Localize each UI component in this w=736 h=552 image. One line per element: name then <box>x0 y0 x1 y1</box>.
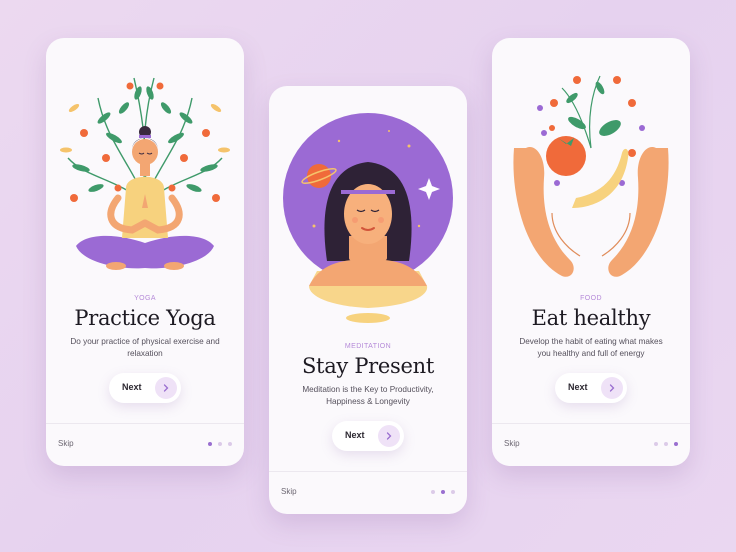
pagination-dot[interactable] <box>674 442 678 446</box>
onboarding-card-yoga: YOGA Practice Yoga Do your practice of p… <box>46 38 244 466</box>
next-button[interactable]: Next <box>109 373 181 403</box>
meditation-woman-illustration <box>283 113 453 323</box>
card-footer: Skip <box>46 423 244 466</box>
next-button[interactable]: Next <box>555 373 627 403</box>
card-title: Practice Yoga <box>74 306 216 330</box>
pagination-dot[interactable] <box>441 490 445 494</box>
card-description: Meditation is the Key to Productivity, H… <box>302 385 434 406</box>
chevron-right-icon <box>601 377 623 399</box>
card-footer: Skip <box>492 423 690 466</box>
skip-link[interactable]: Skip <box>58 439 74 448</box>
onboarding-card-food: FOOD Eat healthy Develop the habit of ea… <box>492 38 690 466</box>
skip-link[interactable]: Skip <box>281 487 297 496</box>
category-label: FOOD <box>580 295 602 302</box>
next-button-label: Next <box>122 382 142 392</box>
onboarding-card-meditation: MEDITATION Stay Present Meditation is th… <box>269 86 467 514</box>
healthy-food-hands-illustration <box>513 75 669 277</box>
next-button-label: Next <box>568 382 588 392</box>
category-label: MEDITATION <box>344 343 392 350</box>
pagination-dot[interactable] <box>208 442 212 446</box>
skip-link[interactable]: Skip <box>504 439 520 448</box>
chevron-right-icon <box>155 377 177 399</box>
card-title: Stay Present <box>301 354 435 378</box>
pagination-dots <box>202 442 232 447</box>
card-description: Do your practice of physical exercise an… <box>70 337 220 358</box>
pagination-dots <box>648 442 678 447</box>
pagination-dots <box>425 490 455 495</box>
next-button-label: Next <box>345 430 365 440</box>
category-label: YOGA <box>134 295 156 302</box>
pagination-dot[interactable] <box>451 490 455 494</box>
pagination-dot[interactable] <box>664 442 668 446</box>
pagination-dot[interactable] <box>431 490 435 494</box>
yoga-woman-illustration <box>60 77 230 270</box>
pagination-dot[interactable] <box>228 442 232 446</box>
pagination-dot[interactable] <box>218 442 222 446</box>
card-title: Eat healthy <box>531 306 651 330</box>
card-description: Develop the habit of eating what makes y… <box>519 337 663 358</box>
pagination-dot[interactable] <box>654 442 658 446</box>
chevron-right-icon <box>378 425 400 447</box>
next-button[interactable]: Next <box>332 421 404 451</box>
card-footer: Skip <box>269 471 467 514</box>
